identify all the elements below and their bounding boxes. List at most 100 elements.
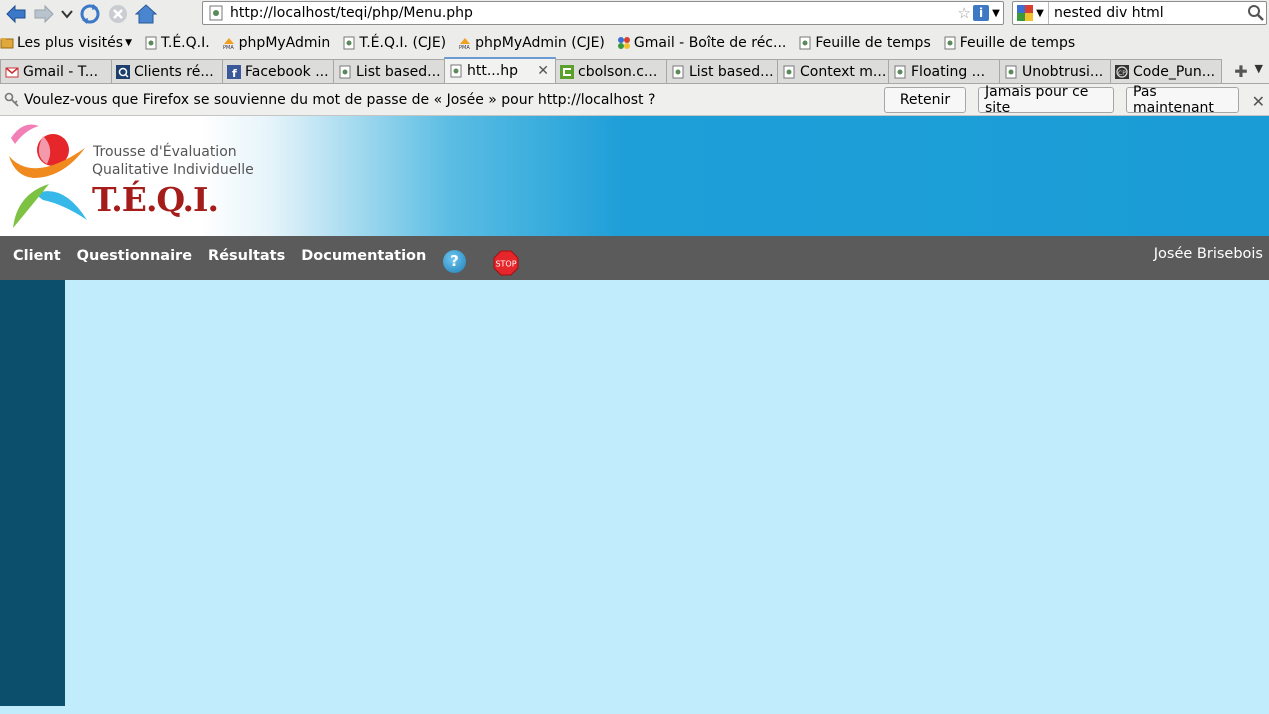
remember-button[interactable]: Retenir <box>884 87 966 113</box>
tab-item[interactable]: f Facebook ... <box>222 59 334 83</box>
url-text[interactable]: http://localhost/teqi/php/Menu.php <box>230 5 958 21</box>
bookmarks-toolbar: Les plus visités ▼ T.É.Q.I. PMA phpMyAdm… <box>0 28 1269 58</box>
logo-line-1: Trousse d'Évaluation <box>93 144 237 160</box>
page-icon <box>450 64 462 78</box>
bookmark-star-icon[interactable]: ☆ <box>958 4 971 22</box>
page-icon <box>799 36 811 50</box>
back-button[interactable] <box>2 1 30 27</box>
bookmark-most-visited[interactable]: Les plus visités ▼ <box>0 35 132 51</box>
home-icon <box>135 4 157 24</box>
reload-icon <box>80 4 100 24</box>
bookmark-item[interactable]: PMA phpMyAdmin <box>222 35 331 51</box>
menu-questionnaire[interactable]: Questionnaire <box>77 248 192 264</box>
tab-item[interactable]: CP Code_Pun... <box>1110 59 1222 83</box>
key-icon <box>4 92 19 107</box>
page-icon <box>894 65 906 78</box>
password-notification-bar: Voulez-vous que Firefox se souvienne du … <box>0 84 1269 116</box>
stop-sign-label: STOP <box>495 260 516 269</box>
main-panel <box>65 280 1269 706</box>
pma-icon: PMA <box>459 38 470 50</box>
gmail-icon <box>5 66 19 77</box>
search-engine-selector[interactable]: ▼ <box>1013 2 1049 24</box>
tab-item[interactable]: List based... <box>666 59 778 83</box>
page-icon <box>944 36 956 50</box>
bookmark-item[interactable]: PMA phpMyAdmin (CJE) <box>458 35 605 51</box>
page-favicon-icon <box>209 5 223 21</box>
chevron-down-icon <box>61 10 73 19</box>
close-tab-icon[interactable]: ✕ <box>537 63 549 79</box>
stop-x-icon <box>109 5 127 23</box>
tab-item[interactable]: Unobtrusi... <box>999 59 1111 83</box>
svg-text:PMA: PMA <box>223 45 234 50</box>
bookmark-item[interactable]: Feuille de temps <box>943 35 1075 51</box>
page-icon <box>672 65 684 78</box>
site-info-icon[interactable]: i <box>973 5 989 21</box>
main-menu-bar: Client Questionnaire Résultats Documenta… <box>0 236 1269 280</box>
chevron-down-icon: ▼ <box>1036 7 1044 19</box>
tab-item[interactable]: cbolson.c... <box>555 59 667 83</box>
stop-loading-button[interactable] <box>104 1 132 27</box>
forward-arrow-icon <box>34 4 54 24</box>
search-input[interactable]: nested div html <box>1049 5 1246 21</box>
cbolson-icon <box>560 64 574 79</box>
menu-documentation[interactable]: Documentation <box>301 248 426 264</box>
history-dropdown-button[interactable] <box>58 1 76 27</box>
stop-sign-icon[interactable]: STOP <box>493 250 519 276</box>
search-icon[interactable] <box>1246 4 1266 22</box>
folder-icon <box>0 38 14 49</box>
tab-strip: Gmail - T... Clients ré... f Facebook ..… <box>0 57 1269 84</box>
password-message: Voulez-vous que Firefox se souvienne du … <box>24 91 656 108</box>
menu-resultats[interactable]: Résultats <box>208 248 285 264</box>
navigation-toolbar: http://localhost/teqi/php/Menu.php ☆ i ▼… <box>0 0 1269 28</box>
bookmark-item[interactable]: Gmail - Boîte de réc... <box>617 35 786 51</box>
bookmark-item[interactable]: T.É.Q.I. (CJE) <box>342 35 446 51</box>
svg-text:f: f <box>232 67 237 79</box>
facebook-icon: f <box>227 64 241 79</box>
chevron-down-icon: ▼ <box>1254 62 1263 75</box>
page-icon <box>783 65 795 78</box>
search-bar[interactable]: ▼ nested div html <box>1012 1 1267 25</box>
home-button[interactable] <box>132 1 160 27</box>
logo-brand: T.É.Q.I. <box>92 180 219 219</box>
never-for-site-button[interactable]: Jamais pour ce site <box>978 84 1114 116</box>
bookmark-item[interactable]: Feuille de temps <box>798 35 931 51</box>
q-icon <box>116 64 130 79</box>
google-icon <box>1017 5 1034 21</box>
url-bar[interactable]: http://localhost/teqi/php/Menu.php ☆ i ▼ <box>202 1 1004 25</box>
svg-text:PMA: PMA <box>459 45 470 50</box>
cp-icon: CP <box>1115 64 1129 79</box>
help-icon[interactable]: ? <box>443 250 466 273</box>
tab-item[interactable]: Gmail - T... <box>0 59 112 83</box>
chevron-down-icon: ▼ <box>125 38 132 48</box>
close-icon[interactable]: ✕ <box>1252 92 1265 111</box>
pma-icon: PMA <box>223 38 234 50</box>
reload-button[interactable] <box>76 1 104 27</box>
tab-item[interactable]: List based... <box>333 59 445 83</box>
google-icon <box>617 37 630 49</box>
tab-item[interactable]: Context m... <box>777 59 889 83</box>
site-banner: Trousse d'Évaluation Qualitative Individ… <box>0 116 1269 236</box>
left-sidebar <box>0 280 65 706</box>
tab-item[interactable]: Floating ... <box>888 59 1000 83</box>
page-icon <box>343 36 355 50</box>
tab-item-active[interactable]: htt...hp ✕ <box>444 57 556 83</box>
page-icon <box>339 65 351 78</box>
user-name: Josée Brisebois <box>1153 246 1263 262</box>
content-area <box>0 280 1269 706</box>
browser-chrome: http://localhost/teqi/php/Menu.php ☆ i ▼… <box>0 0 1269 116</box>
tab-item[interactable]: Clients ré... <box>111 59 223 83</box>
page-icon <box>1005 65 1017 78</box>
not-now-button[interactable]: Pas maintenant <box>1126 84 1239 116</box>
page-icon <box>145 36 157 50</box>
forward-button[interactable] <box>30 1 58 27</box>
list-all-tabs-button[interactable]: ▼ <box>1255 62 1263 75</box>
teqi-logo-icon <box>9 124 87 228</box>
new-tab-button[interactable]: ✚ <box>1229 59 1253 83</box>
logo-line-2: Qualitative Individuelle <box>92 162 254 178</box>
svg-text:CP: CP <box>1118 70 1126 77</box>
back-arrow-icon <box>6 4 26 24</box>
plus-icon: ✚ <box>1234 61 1248 81</box>
url-dropdown-icon[interactable]: ▼ <box>989 8 1003 19</box>
menu-client[interactable]: Client <box>13 248 61 264</box>
bookmark-item[interactable]: T.É.Q.I. <box>144 35 210 51</box>
